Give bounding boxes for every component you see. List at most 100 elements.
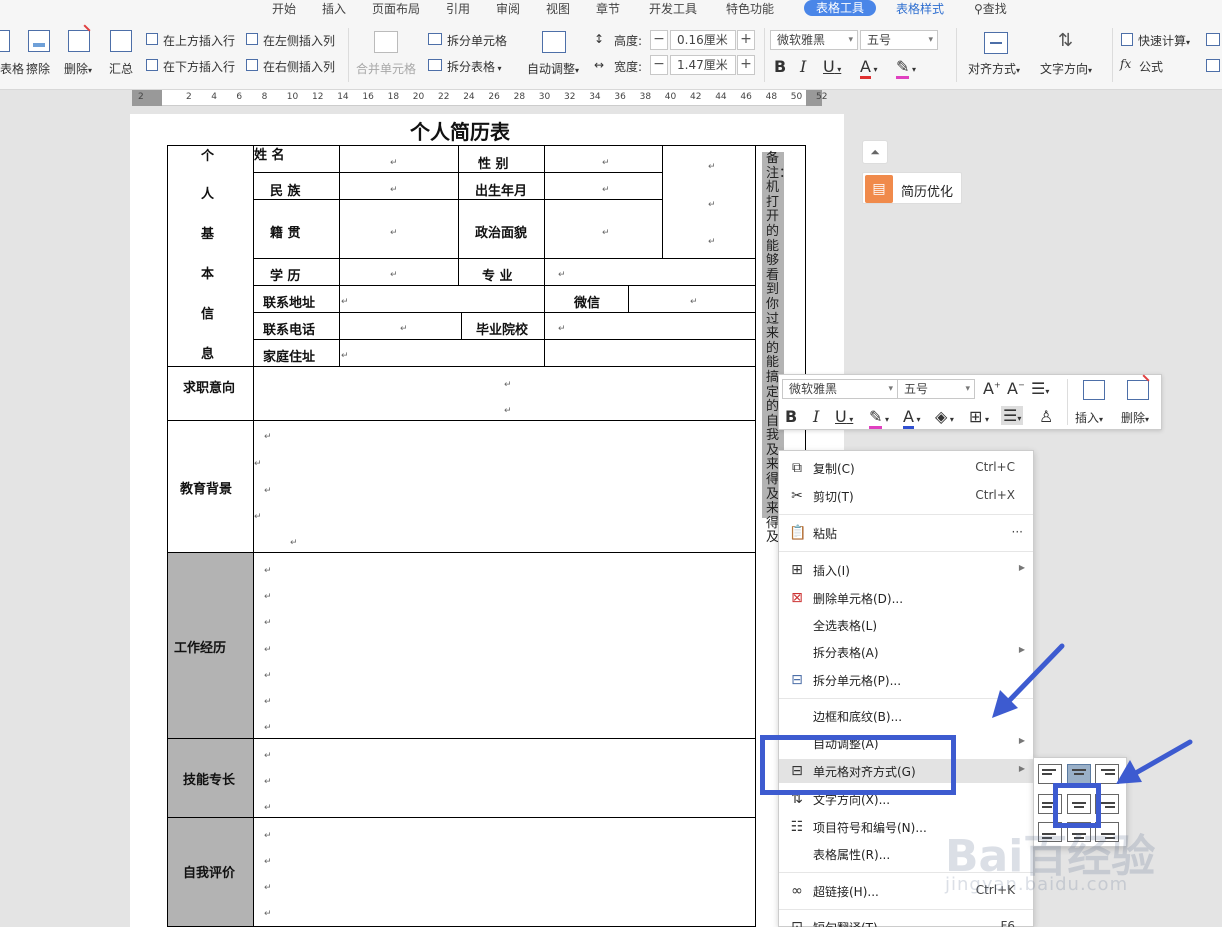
font-color-button[interactable]: A ▾ bbox=[860, 57, 878, 79]
menu-item-translate[interactable]: ⊡ 短句翻译(T) F6 bbox=[779, 915, 1033, 927]
delete-button[interactable]: 删除▾ bbox=[64, 60, 92, 77]
insert-row-above-button[interactable]: 在上方插入行 bbox=[163, 32, 235, 49]
ruler-number: 34 bbox=[589, 92, 601, 102]
mini-highlight-button[interactable]: ✎ ▾ bbox=[869, 407, 889, 429]
shrink-font-button[interactable]: A− bbox=[1007, 379, 1025, 398]
paragraph-mark: ↵ bbox=[390, 228, 398, 238]
mini-font-color-button[interactable]: A ▾ bbox=[903, 407, 921, 429]
menu-item-insert[interactable]: ⊞ 插入(I) ▶ bbox=[779, 558, 1033, 582]
height-input[interactable]: 0.16厘米 bbox=[670, 30, 736, 50]
text-direction-button[interactable]: 文字方向▾ bbox=[1040, 60, 1092, 77]
mini-size-select[interactable]: 五号 ▾ bbox=[897, 379, 975, 399]
ruler-number: 48 bbox=[765, 92, 778, 102]
menu-item-split-cells[interactable]: ⊟ 拆分单元格(P)... bbox=[779, 668, 1033, 692]
search-icon: ⚲ bbox=[974, 2, 983, 16]
mini-delete-button[interactable]: 删除▾ bbox=[1121, 409, 1149, 426]
font-name-select[interactable]: 微软雅黑 ▾ bbox=[770, 30, 858, 50]
erase-button[interactable]: 擦除 bbox=[26, 60, 50, 77]
wechat-label: 微信 bbox=[574, 296, 601, 311]
insert-row-below-button[interactable]: 在下方插入行 bbox=[163, 58, 235, 75]
paragraph-mark: ↵ bbox=[504, 406, 512, 416]
format-painter-button[interactable]: ♙ bbox=[1039, 407, 1053, 426]
auto-fit-button[interactable]: 自动调整▾ bbox=[527, 60, 579, 77]
summary-button[interactable]: 汇总 bbox=[109, 60, 133, 77]
align-top-right-button[interactable] bbox=[1095, 764, 1119, 784]
tab-table-style[interactable]: 表格样式 bbox=[896, 0, 944, 17]
menu-item-borders[interactable]: 边框和底纹(B)... bbox=[779, 704, 1033, 728]
auto-fit-icon bbox=[542, 31, 566, 53]
tab-table-tools[interactable]: 表格工具 bbox=[804, 0, 877, 16]
mini-italic-button[interactable]: I bbox=[813, 407, 819, 426]
tab-chapter[interactable]: 章节 bbox=[596, 0, 620, 17]
align-top-left-button[interactable] bbox=[1038, 764, 1062, 784]
tab-home[interactable]: 开始 bbox=[272, 0, 296, 17]
menu-item-copy[interactable]: ⧉ 复制(C) Ctrl+C bbox=[779, 456, 1033, 480]
tab-view[interactable]: 视图 bbox=[546, 0, 570, 17]
insert-col-right-button[interactable]: 在右侧插入列 bbox=[263, 58, 335, 75]
paragraph-mark: ↵ bbox=[290, 538, 298, 548]
watermark-url: jingyan.baidu.com bbox=[945, 874, 1129, 895]
paragraph-mark: ↵ bbox=[690, 297, 698, 307]
mini-underline-button[interactable]: U ▾ bbox=[835, 407, 853, 426]
bullet-list-icon: ☷ bbox=[790, 819, 804, 835]
native-place-label: 籍 贯 bbox=[270, 226, 301, 241]
gender-label: 性 别 bbox=[478, 157, 509, 172]
resume-table[interactable] bbox=[167, 145, 756, 927]
menu-item-split-table[interactable]: 拆分表格(A) ▶ bbox=[779, 640, 1033, 664]
tab-reference[interactable]: 引用 bbox=[446, 0, 470, 17]
paragraph-mark: ↵ bbox=[264, 777, 272, 787]
name-label: 姓 名 bbox=[254, 148, 285, 163]
menu-item-cut[interactable]: ✂ 剪切(T) Ctrl+X bbox=[779, 484, 1033, 508]
mini-shading-button[interactable]: ◈ ▾ bbox=[935, 407, 954, 426]
insert-col-left-button[interactable]: 在左侧插入列 bbox=[263, 32, 335, 49]
resume-optimize-button[interactable]: ▤ 简历优化 bbox=[862, 172, 962, 204]
grow-font-button[interactable]: A+ bbox=[983, 379, 1001, 398]
split-table-button[interactable]: 拆分表格 ▾ bbox=[447, 58, 502, 75]
resume-optimize-label: 简历优化 bbox=[901, 185, 954, 200]
split-cells-icon bbox=[428, 33, 442, 45]
width-input[interactable]: 1.47厘米 bbox=[670, 55, 736, 75]
paragraph-mark: ↵ bbox=[264, 697, 272, 707]
alignment-button[interactable]: 对齐方式▾ bbox=[968, 60, 1020, 77]
underline-button[interactable]: U ▾ bbox=[823, 57, 841, 76]
line-spacing-icon: ☰ bbox=[1031, 379, 1046, 398]
tab-insert[interactable]: 插入 bbox=[322, 0, 346, 17]
split-cells-button[interactable]: 拆分单元格 bbox=[447, 32, 507, 49]
line-spacing-button[interactable]: ☰▾ bbox=[1031, 379, 1049, 398]
quick-calc-button[interactable]: 快速计算▾ bbox=[1138, 32, 1190, 49]
mini-bold-button[interactable]: B bbox=[785, 407, 797, 426]
font-size-select[interactable]: 五号 ▾ bbox=[860, 30, 938, 50]
tab-developer[interactable]: 开发工具 bbox=[649, 0, 697, 17]
paste-options-button[interactable]: ··· bbox=[1012, 525, 1023, 539]
tab-features[interactable]: 特色功能 bbox=[726, 0, 774, 17]
address-label: 联系地址 bbox=[263, 296, 316, 311]
search-button[interactable]: ⚲查找 bbox=[974, 0, 1007, 17]
collapse-button[interactable]: ⏶ bbox=[862, 140, 888, 164]
mini-border-button[interactable]: ⊞ ▾ bbox=[969, 407, 989, 426]
menu-item-select-table[interactable]: 全选表格(L) bbox=[779, 613, 1033, 637]
mini-align-button[interactable]: ☰▾ bbox=[1001, 406, 1024, 425]
width-increase-button[interactable]: + bbox=[737, 55, 755, 75]
merge-cells-button[interactable]: 合并单元格 bbox=[356, 60, 416, 77]
highlight-button[interactable]: ✎ ▾ bbox=[896, 57, 916, 79]
work-experience-label: 工作经历 bbox=[174, 641, 227, 656]
align-top-center-button[interactable] bbox=[1067, 764, 1091, 784]
ribbon-divider bbox=[764, 28, 765, 82]
width-decrease-button[interactable]: − bbox=[650, 55, 668, 75]
mini-font-select[interactable]: 微软雅黑 ▾ bbox=[782, 379, 898, 399]
ruler-number: 46 bbox=[740, 92, 752, 102]
major-label: 专 业 bbox=[482, 269, 513, 284]
italic-button[interactable]: I bbox=[800, 57, 806, 76]
tab-page-layout[interactable]: 页面布局 bbox=[372, 0, 420, 17]
table-icon bbox=[0, 30, 10, 52]
height-increase-button[interactable]: + bbox=[737, 30, 755, 50]
formula-button[interactable]: 公式 bbox=[1139, 58, 1163, 75]
bold-button[interactable]: B bbox=[774, 57, 786, 76]
menu-item-delete-cells[interactable]: ⊠ 删除单元格(D)... bbox=[779, 586, 1033, 610]
insert-above-icon bbox=[146, 33, 158, 45]
height-decrease-button[interactable]: − bbox=[650, 30, 668, 50]
menu-item-paste[interactable]: 📋 粘贴 ··· bbox=[779, 521, 1033, 545]
mini-insert-button[interactable]: 插入▾ bbox=[1075, 409, 1103, 426]
table-button[interactable]: 表格 bbox=[0, 60, 24, 77]
tab-review[interactable]: 审阅 bbox=[496, 0, 520, 17]
